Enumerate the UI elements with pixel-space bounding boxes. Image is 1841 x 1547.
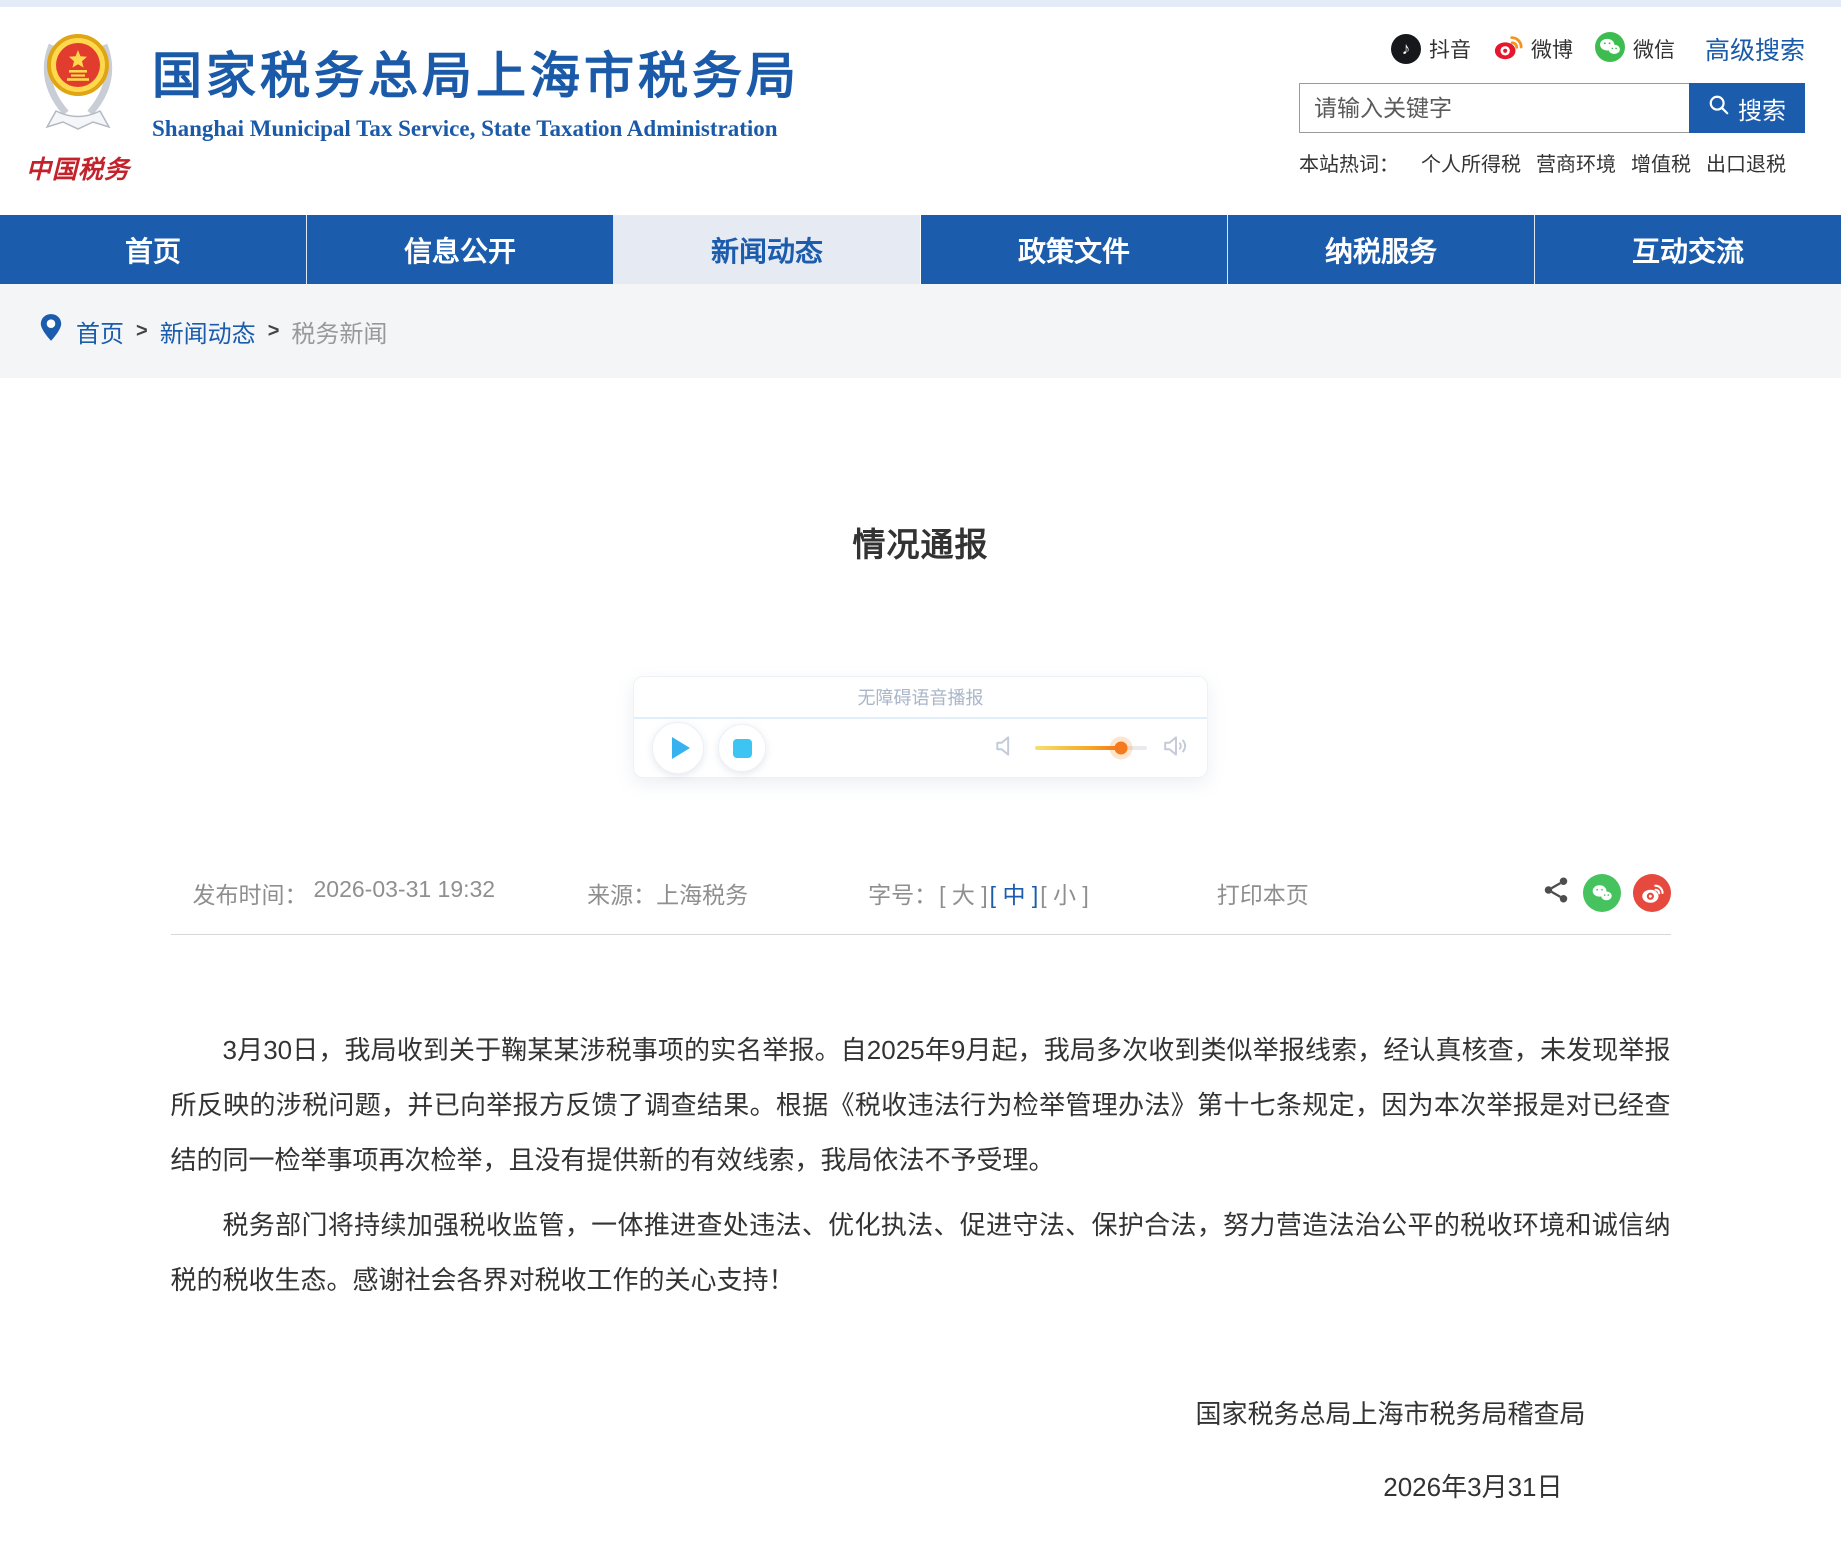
social-item-douyin[interactable]: ♪ 抖音 <box>1390 34 1471 64</box>
nav-item-policy[interactable]: 政策文件 <box>921 215 1228 284</box>
audio-player-title: 无障碍语音播报 <box>634 677 1207 719</box>
hotword-link[interactable]: 出口退税 <box>1706 148 1786 177</box>
breadcrumb-separator: > <box>136 319 148 342</box>
top-strip <box>0 0 1841 7</box>
breadcrumb-news[interactable]: 新闻动态 <box>160 314 256 349</box>
breadcrumb: 首页 > 新闻动态 > 税务新闻 <box>38 313 387 350</box>
article-signature: 国家税务总局上海市税务局稽查局 <box>1195 1399 1586 1429</box>
national-emblem-icon <box>36 34 120 147</box>
breadcrumb-separator: > <box>267 319 280 342</box>
volume-knob[interactable] <box>1114 741 1128 755</box>
font-size-label: 字号： <box>868 882 938 908</box>
nav-item-interaction[interactable]: 互动交流 <box>1535 215 1841 284</box>
site-title-block: 国家税务总局上海市税务局 Shanghai Municipal Tax Serv… <box>152 49 800 142</box>
search-icon <box>1708 94 1730 123</box>
font-size-large[interactable]: [ 大 ] <box>939 876 988 910</box>
article-date: 2026年3月31日 <box>1383 1472 1563 1502</box>
font-size-control: 字号： [ 大 ] [ 中 ] [ 小 ] <box>868 876 1089 910</box>
social-item-weibo[interactable]: 微博 <box>1493 32 1573 67</box>
share-icons <box>1541 874 1671 912</box>
social-row: ♪ 抖音 微博 微信 高级搜索 <box>1299 31 1805 67</box>
nav-item-home[interactable]: 首页 <box>0 215 307 284</box>
page: 中国税务 国家税务总局上海市税务局 Shanghai Municipal Tax… <box>0 0 1841 1547</box>
source-label: 来源： <box>587 882 657 908</box>
hotword-link[interactable]: 营商环境 <box>1536 148 1616 177</box>
breadcrumb-home[interactable]: 首页 <box>76 314 124 349</box>
nav-item-news[interactable]: 新闻动态 <box>614 215 921 284</box>
print-page-button[interactable]: 打印本页 <box>1217 876 1309 910</box>
nav-item-info-disclosure[interactable]: 信息公开 <box>307 215 614 284</box>
volume-low-icon <box>993 733 1019 764</box>
search-button-label: 搜索 <box>1738 97 1786 125</box>
play-button[interactable] <box>652 722 704 774</box>
publish-time: 发布时间： 2026-03-31 19:32 <box>193 876 496 910</box>
site-logo: 中国税务 <box>12 21 144 186</box>
share-wechat-icon[interactable] <box>1582 874 1621 912</box>
article-source: 来源：上海税务 <box>587 876 748 910</box>
publish-time-label: 发布时间： <box>192 882 308 908</box>
article-body: 3月30日，我局收到关于鞠某某涉税事项的实名举报。自2025年9月起，我局多次收… <box>171 1023 1671 1308</box>
audio-player: 无障碍语音播报 <box>633 676 1208 778</box>
search-bar: 搜索 <box>1299 83 1805 133</box>
article-paragraph: 3月30日，我局收到关于鞠某某涉税事项的实名举报。自2025年9月起，我局多次收… <box>170 1035 1671 1175</box>
hotwords-label: 本站热词： <box>1299 154 1399 176</box>
breadcrumb-band: 首页 > 新闻动态 > 税务新闻 <box>0 284 1841 378</box>
breadcrumb-current: 税务新闻 <box>291 320 388 348</box>
article-meta: 发布时间： 2026-03-31 19:32 来源：上海税务 字号： [ 大 ]… <box>170 874 1671 935</box>
nav-item-tax-service[interactable]: 纳税服务 <box>1228 215 1535 284</box>
site-title: 国家税务总局上海市税务局 <box>152 48 800 104</box>
stop-button[interactable] <box>718 724 766 772</box>
logo-caption: 中国税务 <box>25 155 130 184</box>
play-icon <box>671 737 690 759</box>
stop-icon <box>732 738 752 758</box>
wechat-icon <box>1594 31 1625 67</box>
main-nav: 首页 信息公开 新闻动态 政策文件 纳税服务 互动交流 <box>0 215 1841 284</box>
advanced-search-link[interactable]: 高级搜索 <box>1705 31 1805 67</box>
font-size-medium[interactable]: [ 中 ] <box>990 876 1039 910</box>
location-pin-icon <box>38 313 64 350</box>
search-button[interactable]: 搜索 <box>1689 83 1805 133</box>
source-value: 上海税务 <box>656 882 749 908</box>
hotword-link[interactable]: 个人所得税 <box>1421 148 1521 177</box>
article-title: 情况通报 <box>852 526 989 563</box>
share-weibo-icon[interactable] <box>1632 874 1671 912</box>
font-size-small[interactable]: [ 小 ] <box>1040 876 1089 910</box>
article-paragraph: 税务部门将持续加强税收监管，一体推进查处违法、优化执法、促进守法、保护合法，努力… <box>170 1210 1671 1295</box>
search-input[interactable] <box>1299 83 1689 133</box>
share-icon[interactable] <box>1541 875 1571 911</box>
site-header: 中国税务 国家税务总局上海市税务局 Shanghai Municipal Tax… <box>0 7 1841 215</box>
social-item-wechat[interactable]: 微信 <box>1594 31 1675 67</box>
weibo-label: 微博 <box>1530 39 1573 62</box>
header-right: ♪ 抖音 微博 微信 高级搜索 请输入关键字 搜索 本站热词： 个人所得税 营商… <box>1299 31 1805 177</box>
volume-fill <box>1035 746 1122 750</box>
article-content: 情况通报 无障碍语音播报 发布时间： 2026-03-31 19:32 来源：上… <box>170 378 1671 1504</box>
douyin-label: 抖音 <box>1428 39 1471 62</box>
volume-slider[interactable] <box>1035 741 1147 755</box>
publish-time-value: 2026-03-31 19:32 <box>313 876 496 902</box>
douyin-icon: ♪ <box>1390 34 1421 64</box>
site-subtitle: Shanghai Municipal Tax Service, State Ta… <box>152 116 778 141</box>
hotword-link[interactable]: 增值税 <box>1631 148 1691 177</box>
hotwords-row: 本站热词： 个人所得税 营商环境 增值税 出口退税 <box>1299 148 1805 177</box>
weibo-icon <box>1493 32 1523 67</box>
volume-high-icon <box>1163 733 1189 764</box>
wechat-label: 微信 <box>1632 39 1675 62</box>
audio-player-controls <box>634 719 1207 777</box>
